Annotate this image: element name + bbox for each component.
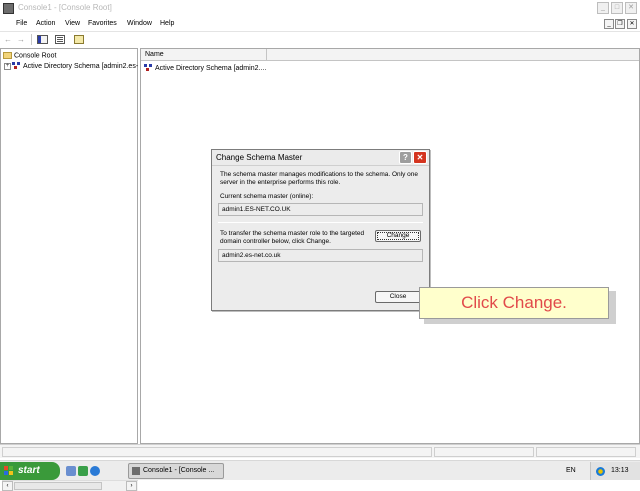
forward-button[interactable]: →: [15, 34, 27, 45]
status-cell: [434, 447, 534, 457]
toolbar-separator: [31, 34, 32, 45]
scroll-right-button[interactable]: ›: [126, 481, 137, 491]
status-cell: [2, 447, 432, 457]
language-indicator[interactable]: EN: [566, 467, 576, 474]
tree-item-active-directory-schema[interactable]: + Active Directory Schema [admin2.es-: [4, 62, 138, 70]
window-title-bar: Console1 - [Console Root] _ □ ✕: [0, 0, 640, 17]
dialog-title-bar: Change Schema Master ? ✕: [212, 150, 429, 166]
dialog-close-button[interactable]: ✕: [413, 151, 427, 164]
tree-item-label: Console Root: [14, 52, 57, 60]
change-button[interactable]: Change: [375, 230, 421, 242]
mmc-app-icon: [132, 467, 140, 475]
help-button[interactable]: ?: [399, 151, 412, 164]
console-tree[interactable]: Console Root + Active Directory Schema [a…: [0, 48, 138, 491]
maximize-button[interactable]: □: [611, 2, 623, 14]
horizontal-scrollbar[interactable]: ‹ ›: [2, 480, 138, 491]
transfer-text-line2: domain controller below, click Change.: [220, 238, 331, 245]
clock: 13:13: [611, 467, 629, 474]
dialog-intro-line2: server in the enterprise performs this r…: [220, 179, 341, 186]
scroll-thumb[interactable]: [14, 482, 102, 490]
menu-file[interactable]: File: [16, 20, 27, 27]
menu-view[interactable]: View: [65, 20, 80, 27]
scroll-left-button[interactable]: ‹: [2, 481, 13, 491]
show-desktop-icon[interactable]: [66, 466, 76, 476]
system-tray: 13:13: [590, 462, 640, 480]
list-item[interactable]: Active Directory Schema [admin2....: [144, 64, 266, 72]
window-title: Console1 - [Console Root]: [18, 3, 112, 12]
minimize-button[interactable]: _: [597, 2, 609, 14]
instruction-callout: Click Change.: [419, 287, 609, 319]
windows-flag-icon: [4, 466, 14, 476]
schema-icon: [12, 62, 21, 70]
mmc-app-icon: [3, 3, 14, 14]
tree-item-console-root[interactable]: Console Root: [3, 52, 56, 59]
close-dialog-button[interactable]: Close: [375, 291, 421, 303]
target-dc-field: admin2.es-net.co.uk: [218, 249, 423, 262]
dialog-intro-line1: The schema master manages modifications …: [220, 171, 418, 178]
column-header-blank: [267, 49, 639, 61]
internet-explorer-icon[interactable]: [90, 466, 100, 476]
column-header-name[interactable]: Name: [141, 49, 267, 61]
dialog-title: Change Schema Master: [216, 153, 303, 162]
mdi-close-button[interactable]: ✕: [627, 19, 637, 29]
status-bar: [0, 444, 640, 458]
properties-icon[interactable]: [55, 35, 65, 44]
show-hide-console-tree-icon[interactable]: [37, 35, 48, 44]
menu-action[interactable]: Action: [36, 20, 55, 27]
dialog-separator: [218, 222, 423, 223]
taskbar-item-label: Console1 - [Console ...: [143, 467, 215, 474]
expand-icon[interactable]: +: [4, 62, 11, 70]
mdi-restore-button[interactable]: ❐: [615, 19, 625, 29]
current-master-field: admin1.ES-NET.CO.UK: [218, 203, 423, 216]
taskbar: start Console1 - [Console ... EN 13:13: [0, 460, 640, 480]
network-icon[interactable]: [596, 467, 605, 476]
list-item-label: Active Directory Schema [admin2....: [155, 64, 267, 72]
mdi-minimize-button[interactable]: _: [604, 19, 614, 29]
transfer-text-line1: To transfer the schema master role to th…: [220, 230, 365, 237]
back-button[interactable]: ←: [2, 34, 14, 45]
quick-launch-icon[interactable]: [78, 466, 88, 476]
menu-window[interactable]: Window: [127, 20, 152, 27]
current-master-label: Current schema master (online):: [220, 193, 314, 200]
start-label: start: [18, 465, 40, 476]
schema-icon: [144, 64, 153, 72]
close-button[interactable]: ✕: [625, 2, 637, 14]
menu-favorites[interactable]: Favorites: [88, 20, 117, 27]
change-schema-master-dialog: Change Schema Master ? ✕ The schema mast…: [211, 149, 430, 311]
folder-icon: [3, 52, 12, 59]
toolbar: ← →: [0, 32, 640, 47]
taskbar-item-console1[interactable]: Console1 - [Console ...: [128, 463, 224, 479]
start-button[interactable]: start: [0, 462, 60, 480]
callout-text: Click Change.: [461, 293, 567, 312]
menu-bar: File Action View Favorites Window Help _…: [0, 17, 640, 32]
export-list-icon[interactable]: [74, 35, 84, 44]
status-cell: [536, 447, 636, 457]
menu-help[interactable]: Help: [160, 20, 174, 27]
tree-item-label: Active Directory Schema [admin2.es-: [23, 62, 139, 70]
